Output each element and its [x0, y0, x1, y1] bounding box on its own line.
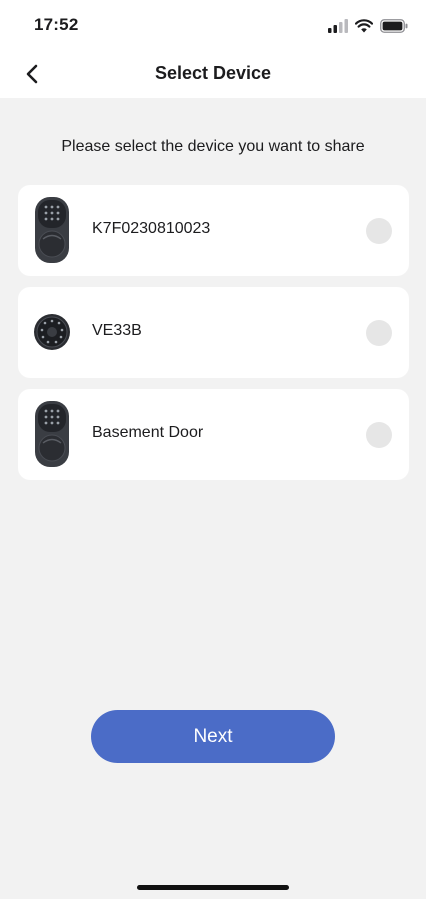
next-button[interactable]: Next [91, 710, 335, 763]
device-name: VE33B [92, 322, 142, 339]
device-item-basement-door[interactable]: Basement Door [18, 389, 409, 480]
device-radio[interactable] [366, 422, 392, 448]
device-radio[interactable] [366, 320, 392, 346]
device-list: K7F0230810023 VE33B Basement Door [18, 185, 409, 491]
device-item-ve33b[interactable]: VE33B [18, 287, 409, 378]
door-lock-keypad-icon [32, 194, 72, 266]
top-bar: 17:52 Select Device [0, 0, 426, 98]
home-indicator [137, 885, 289, 890]
status-time: 17:52 [34, 15, 79, 34]
wifi-icon [355, 19, 373, 33]
page-title: Select Device [154, 63, 272, 83]
door-lock-keypad-icon [32, 398, 72, 470]
select-device-screen: 17:52 Select Device Please select the de… [0, 0, 426, 899]
status-icons [328, 17, 408, 35]
battery-icon [380, 19, 408, 33]
device-name: K7F0230810023 [92, 220, 211, 237]
instruction-text: Please select the device you want to sha… [61, 138, 365, 155]
device-radio[interactable] [366, 218, 392, 244]
device-name: Basement Door [92, 424, 204, 441]
deadbolt-keypad-icon [32, 296, 72, 368]
cellular-signal-icon [328, 19, 348, 33]
device-item-k7f0230810023[interactable]: K7F0230810023 [18, 185, 409, 276]
